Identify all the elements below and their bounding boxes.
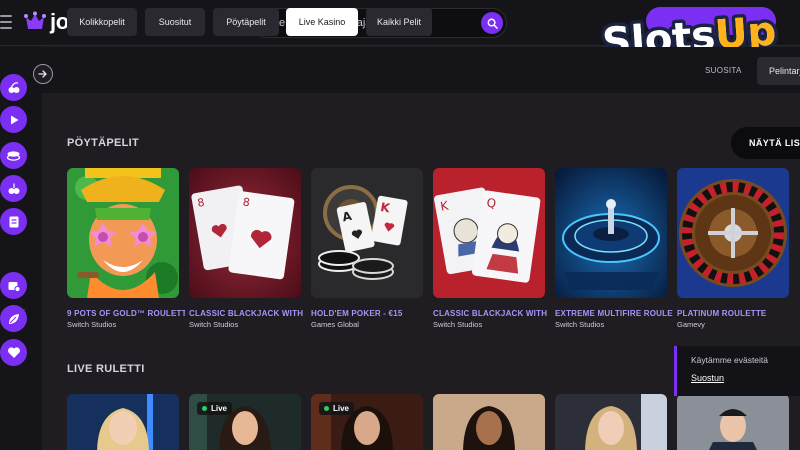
game-thumbnail (67, 168, 179, 298)
game-card[interactable]: 8 8 (189, 168, 301, 298)
game-card[interactable] (677, 168, 789, 298)
left-sidebar (0, 46, 42, 450)
cookie-notice: Käytämme evästeitä Suostun (674, 346, 800, 396)
search-icon (487, 18, 498, 29)
tab-kolikkopelit[interactable]: Kolikkopelit (67, 8, 137, 36)
cherries-icon (8, 81, 19, 93)
game-thumbnail (555, 168, 667, 298)
game-title[interactable]: CLASSIC BLACKJACK WITH (433, 309, 551, 318)
game-card[interactable] (555, 168, 667, 298)
show-more-button[interactable]: NÄYTÄ LISÄÄ (731, 127, 800, 159)
game-title[interactable]: CLASSIC BLACKJACK WITH (189, 309, 307, 318)
tab-live-kasino[interactable]: Live Kasino (286, 8, 358, 36)
game-provider: Switch Studios (189, 320, 239, 329)
category-tabs (42, 47, 800, 93)
leaf-icon (8, 313, 19, 324)
tab-suositut[interactable]: Suositut (145, 8, 205, 36)
section-title-table-games: PÖYTÄPELIT (67, 137, 140, 149)
dealer-thumbnail (677, 394, 789, 450)
live-game-card[interactable]: Live (311, 394, 423, 450)
sort-label: SUOSITA (705, 66, 742, 75)
casino-page: joker.io SlotsUp SlotsUp Kolikkopelit Su… (0, 0, 800, 450)
arrow-right-icon (38, 70, 47, 78)
sidebar-item-favorites[interactable] (0, 339, 27, 366)
sidebar-item-table[interactable] (0, 142, 27, 169)
game-provider: Switch Studios (67, 320, 117, 329)
game-title[interactable]: HOLD'EM POKER - €15 (311, 309, 429, 318)
game-thumbnail: 8 8 (189, 168, 301, 298)
cookie-accept-link[interactable]: Suostun (691, 373, 724, 383)
game-title[interactable]: PLATINUM ROULETTE (677, 309, 795, 318)
live-badge: Live (197, 402, 233, 415)
sidebar-item-live[interactable] (0, 106, 27, 133)
game-thumbnail: K Q (433, 168, 545, 298)
live-game-card[interactable] (677, 394, 789, 450)
tab-poytapelit[interactable]: Pöytäpelit (213, 8, 279, 36)
game-thumbnail: A K (311, 168, 423, 298)
live-game-card[interactable] (67, 394, 179, 450)
dealer-thumbnail (67, 394, 179, 450)
section-title-live-roulette: LIVE RULETTI (67, 363, 145, 375)
sidebar-item-cards[interactable] (0, 208, 27, 235)
search-button[interactable] (481, 12, 503, 34)
game-provider: Switch Studios (433, 320, 483, 329)
play-icon (10, 115, 18, 124)
dealer-thumbnail (433, 394, 545, 450)
game-card[interactable]: A K (311, 168, 423, 298)
game-provider: Gamevy (677, 320, 705, 329)
sidebar-expand-button[interactable] (33, 64, 53, 84)
game-card[interactable]: K Q (433, 168, 545, 298)
game-thumbnail (677, 168, 789, 298)
live-game-card[interactable]: Live (189, 394, 301, 450)
live-game-card[interactable] (433, 394, 545, 450)
heart-icon (7, 347, 20, 358)
live-badge: Live (319, 402, 355, 415)
dealer-thumbnail (555, 394, 667, 450)
sidebar-item-promotions[interactable] (0, 305, 27, 332)
cherries-icon (8, 183, 19, 194)
live-game-card[interactable] (555, 394, 667, 450)
bonus-icon (8, 281, 21, 292)
sort-select[interactable]: Pelintarj (757, 57, 800, 85)
sidebar-item-bonus[interactable] (0, 272, 27, 299)
joker-hat-icon[interactable] (24, 11, 46, 33)
sidebar-item-slots[interactable] (0, 74, 27, 101)
cookie-text: Käytämme evästeitä (691, 355, 769, 365)
game-provider: Switch Studios (555, 320, 605, 329)
game-card[interactable] (67, 168, 179, 298)
svg-text:Q: Q (486, 196, 497, 211)
tab-kaikki-pelit[interactable]: Kaikki Pelit (366, 8, 432, 36)
game-title[interactable]: 9 POTS OF GOLD™ ROULETTE (67, 309, 185, 318)
cards-icon (9, 216, 18, 227)
chip-stack-icon (6, 150, 21, 161)
hamburger-icon[interactable] (0, 15, 12, 29)
game-provider: Games Global (311, 320, 359, 329)
sidebar-item-jackpot[interactable] (0, 175, 27, 202)
game-title[interactable]: EXTREME MULTIFIRE ROULETTE (555, 309, 673, 318)
